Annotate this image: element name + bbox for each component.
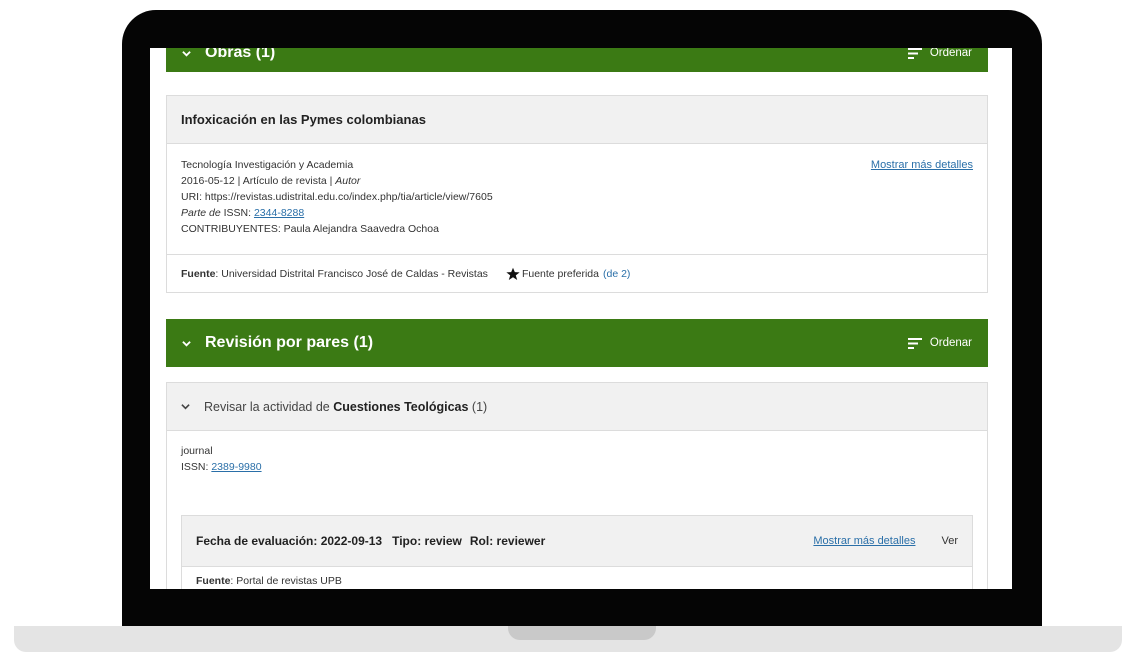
review-section-header[interactable]: Revisión por pares (1) Ordenar [166,319,988,367]
review-group-body: journal ISSN: 2389-9980 [167,431,987,485]
issn-label: ISSN: [220,207,254,219]
sort-button[interactable]: Ordenar [907,48,972,59]
chevron-down-icon [182,340,191,347]
work-card-header: Infoxicación en las Pymes colombianas [167,96,987,144]
star-icon [506,267,520,281]
issn-link[interactable]: 2389-9980 [211,461,261,473]
work-card-body: Tecnología Investigación y Academia 2016… [167,144,987,254]
source-label: Fuente [181,268,216,280]
sort-label: Ordenar [929,48,972,59]
review-group-type: journal [181,445,213,457]
review-item-source: Fuente: Portal de revistas UPB [182,567,972,589]
work-part-of: Parte de ISSN: 2344-8288 [181,205,973,221]
work-role: Autor [335,175,361,187]
review-group-prefix: Revisar la actividad de [204,399,334,414]
part-of-label: Parte de [181,207,221,219]
works-section-header[interactable]: Obras (1) Ordenar [166,48,988,72]
chevron-down-icon [182,50,191,57]
sort-icon [907,337,922,349]
work-title: Infoxicación en las Pymes colombianas [181,112,426,127]
sort-label: Ordenar [929,337,972,349]
review-group-header[interactable]: Revisar la actividad de Cuestiones Teoló… [167,383,987,431]
work-card: Infoxicación en las Pymes colombianas Te… [166,95,988,293]
review-item-header: Fecha de evaluación: 2022-09-13 Tipo: re… [182,516,972,567]
review-group-card: Revisar la actividad de Cuestiones Teoló… [166,382,988,589]
device-mockup: Obras (1) Ordenar Infoxicación en las Py… [0,0,1135,653]
review-item-card: Fecha de evaluación: 2022-09-13 Tipo: re… [181,515,973,589]
section-title: Revisión por pares (1) [205,334,374,351]
source-value: : Portal de revistas UPB [230,575,342,587]
source-label: Fuente [196,575,231,587]
review-role: Rol: reviewer [469,534,546,548]
laptop-notch [508,626,656,640]
review-type: Tipo: review [392,534,462,548]
preferred-source-label: Fuente preferida [521,268,599,280]
source-value: : Universidad Distrital Francisco José d… [215,268,488,280]
work-card-footer: Fuente : Universidad Distrital Francisco… [167,254,987,293]
work-journal: Tecnología Investigación y Academia [181,159,354,171]
issn-label: ISSN: [181,461,212,473]
review-group-issn: ISSN: 2389-9980 [181,459,973,475]
preferred-source-count-link[interactable]: (de 2) [603,268,630,280]
work-uri: URI: https://revistas.udistrital.edu.co/… [181,191,493,203]
work-meta: 2016-05-12 | Artículo de revista | Autor [181,173,973,189]
section-title: Obras (1) [205,48,276,61]
show-more-details-link[interactable]: Mostrar más detalles [871,157,973,173]
sort-icon [907,48,922,59]
chevron-down-icon [181,404,190,410]
review-group-count: (1) [468,399,488,414]
work-meta-text: 2016-05-12 | Artículo de revista | [181,175,336,187]
issn-link[interactable]: 2344-8288 [254,207,304,219]
sort-button[interactable]: Ordenar [907,337,972,349]
review-date: Fecha de evaluación: 2022-09-13 [196,534,383,548]
work-contributors: CONTRIBUYENTES: Paula Alejandra Saavedra… [181,223,439,235]
laptop-screen: Obras (1) Ordenar Infoxicación en las Py… [150,48,1012,589]
review-group-journal: Cuestiones Teológicas [333,399,469,414]
view-button[interactable]: Ver [941,535,958,547]
show-more-details-link[interactable]: Mostrar más detalles [813,535,915,547]
review-group-title: Revisar la actividad de Cuestiones Teoló… [204,400,487,414]
